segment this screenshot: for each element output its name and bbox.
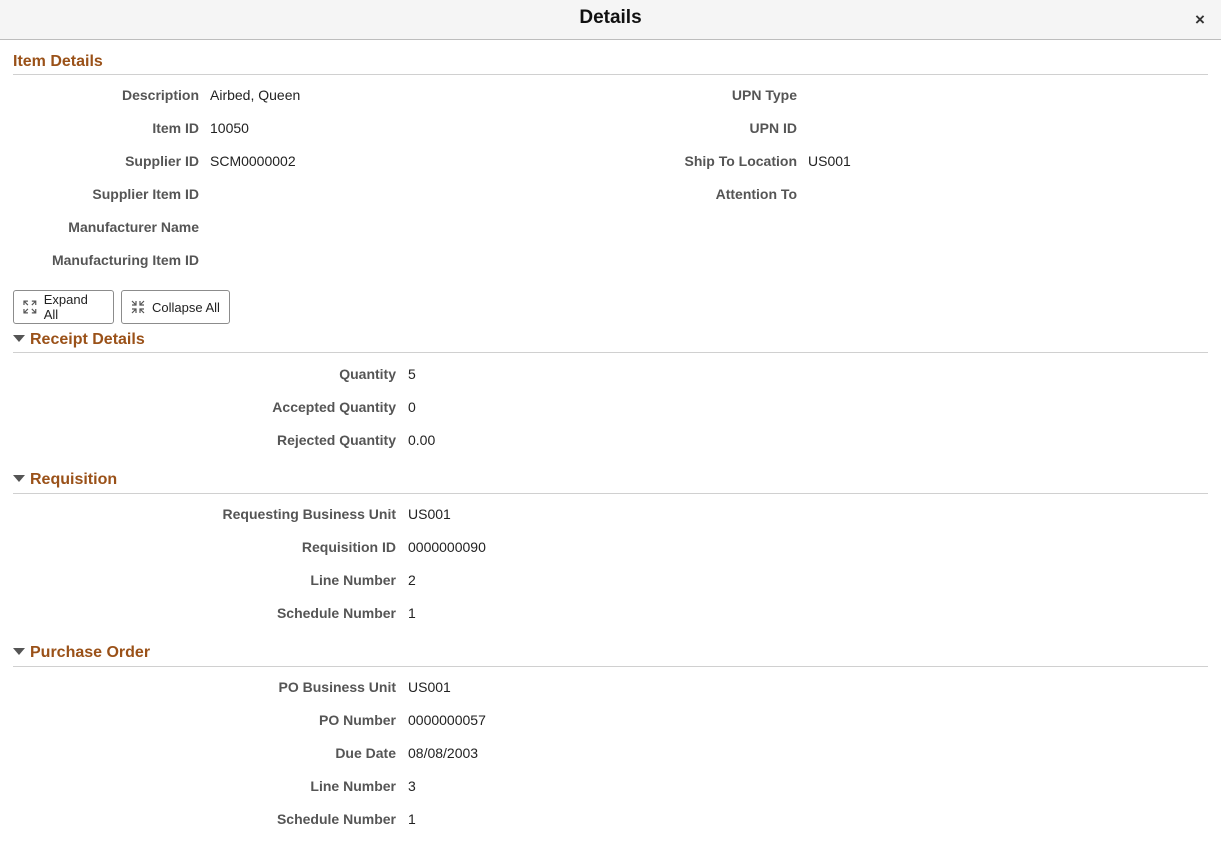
po-schedule-number-value: 1 (408, 811, 416, 827)
po-schedule-number-label: Schedule Number (276, 811, 396, 827)
close-icon[interactable]: × (1191, 11, 1209, 29)
caret-down-icon (13, 475, 25, 482)
po-number-label: PO Number (318, 712, 396, 728)
receipt-details-divider (13, 352, 1208, 353)
accepted-quantity-value: 0 (408, 399, 416, 415)
upn-type-label: UPN Type (731, 87, 797, 103)
requisition-divider (13, 493, 1208, 494)
attention-to-label: Attention To (715, 186, 797, 202)
caret-down-icon (13, 648, 25, 655)
requisition-line-number-value: 2 (408, 572, 416, 588)
manufacturer-name-label: Manufacturer Name (68, 219, 199, 235)
quantity-value: 5 (408, 366, 416, 382)
expand-all-button[interactable]: Expand All (13, 290, 114, 324)
po-line-number-label: Line Number (310, 778, 396, 794)
modal-header: Details × (0, 0, 1221, 40)
requisition-id-label: Requisition ID (301, 539, 396, 555)
requesting-business-unit-label: Requesting Business Unit (222, 506, 396, 522)
requisition-schedule-number-label: Schedule Number (276, 605, 396, 621)
collapse-all-label: Collapse All (152, 299, 220, 315)
receipt-details-heading: Receipt Details (30, 331, 145, 348)
description-value: Airbed, Queen (210, 87, 301, 103)
po-line-number-value: 3 (408, 778, 416, 794)
due-date-label: Due Date (335, 745, 396, 761)
ship-to-location-label: Ship To Location (684, 153, 797, 169)
item-details-heading: Item Details (13, 53, 103, 70)
po-business-unit-label: PO Business Unit (278, 679, 396, 695)
rejected-quantity-label: Rejected Quantity (276, 432, 396, 448)
upn-id-label: UPN ID (749, 120, 797, 136)
accepted-quantity-label: Accepted Quantity (272, 399, 396, 415)
quantity-label: Quantity (339, 366, 396, 382)
expand-all-label: Expand All (43, 292, 88, 322)
description-label: Description (121, 87, 199, 103)
purchase-order-divider (13, 666, 1208, 667)
purchase-order-heading: Purchase Order (30, 644, 151, 661)
po-number-value: 0000000057 (408, 712, 486, 728)
requisition-id-value: 0000000090 (408, 539, 486, 555)
requesting-business-unit-value: US001 (408, 506, 451, 522)
requisition-heading: Requisition (30, 471, 118, 488)
purchase-order-toggle[interactable]: Purchase Order (13, 644, 150, 662)
receipt-details-toggle[interactable]: Receipt Details (13, 331, 145, 349)
requisition-schedule-number-value: 1 (408, 605, 416, 621)
po-business-unit-value: US001 (408, 679, 451, 695)
supplier-item-id-label: Supplier Item ID (92, 186, 199, 202)
due-date-value: 08/08/2003 (408, 745, 479, 761)
supplier-id-label: Supplier ID (125, 153, 199, 169)
item-id-label: Item ID (152, 120, 199, 136)
rejected-quantity-value: 0.00 (408, 432, 436, 448)
modal-title: Details (579, 7, 642, 28)
collapse-icon (131, 300, 145, 314)
supplier-id-value: SCM0000002 (210, 153, 296, 169)
requisition-line-number-label: Line Number (310, 572, 396, 588)
expand-icon (23, 300, 37, 314)
requisition-toggle[interactable]: Requisition (13, 471, 117, 489)
item-details-divider (13, 74, 1208, 75)
ship-to-location-value: US001 (808, 153, 851, 169)
item-id-value: 10050 (210, 120, 249, 136)
collapse-all-button[interactable]: Collapse All (121, 290, 230, 324)
caret-down-icon (13, 335, 25, 342)
manufacturing-item-id-label: Manufacturing Item ID (51, 252, 199, 268)
